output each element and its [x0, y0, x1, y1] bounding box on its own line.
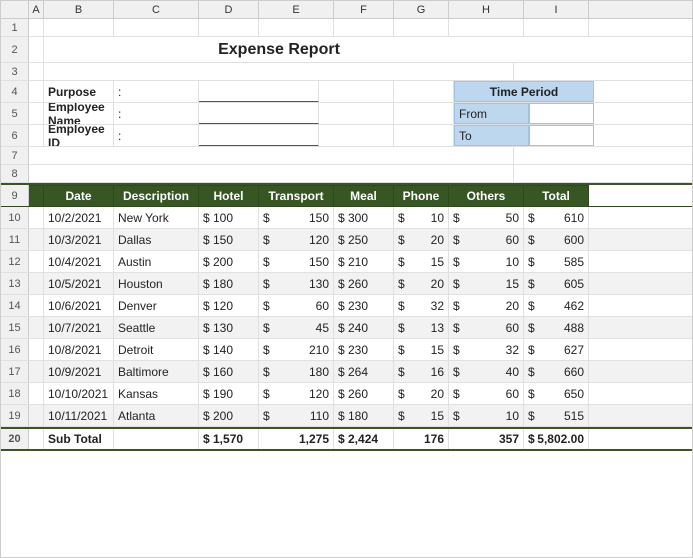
col-header-c: C [114, 1, 199, 18]
table-row: 16 10/8/2021 Detroit $ 140 $210 $ 230 $1… [1, 339, 692, 361]
phone-0: $10 [394, 207, 449, 228]
row-5: 5 Employee Name : From [1, 103, 692, 125]
col-header-a: A [29, 1, 44, 18]
hotel-1: $ 150 [199, 229, 259, 250]
row-1: 1 [1, 19, 692, 37]
header-phone: Phone [394, 185, 449, 206]
col-header-e: E [259, 1, 334, 18]
to-value[interactable] [529, 125, 594, 146]
others-0: $50 [449, 207, 524, 228]
row-4: 4 Purpose : Time Period [1, 81, 692, 103]
transport-0: $150 [259, 207, 334, 228]
row-3: 3 [1, 63, 692, 81]
header-hotel: Hotel [199, 185, 259, 206]
cell-1a [29, 19, 44, 36]
header-others: Others [449, 185, 524, 206]
cell-2a [29, 37, 44, 62]
from-label: From [454, 103, 529, 124]
col-header-i: I [524, 1, 589, 18]
table-row: 19 10/11/2021 Atlanta $ 200 $110 $ 180 $… [1, 405, 692, 427]
header-total: Total [524, 185, 589, 206]
row-8: 8 [1, 165, 692, 183]
cell-1d [199, 19, 259, 36]
table-row: 13 10/5/2021 Houston $ 180 $130 $ 260 $2… [1, 273, 692, 295]
subtotal-phone: 176 [394, 429, 449, 449]
header-meal: Meal [334, 185, 394, 206]
cell-1e [259, 19, 334, 36]
table-row: 11 10/3/2021 Dallas $ 150 $120 $ 250 $20… [1, 229, 692, 251]
table-row: 10 10/2/2021 New York $ 100 $150 $ 300 $… [1, 207, 692, 229]
subtotal-label: Sub Total [44, 429, 114, 449]
meal-0: $ 300 [334, 207, 394, 228]
corner-cell [1, 1, 29, 18]
subtotal-others: 357 [449, 429, 524, 449]
col-header-h: H [449, 1, 524, 18]
header-description: Description [114, 185, 199, 206]
col-header-b: B [44, 1, 114, 18]
col-header-row: A B C D E F G H I [1, 1, 692, 19]
employee-name-colon: : [114, 103, 199, 124]
employee-name-label: Employee Name [44, 103, 114, 124]
col-header-g: G [394, 1, 449, 18]
cell-1f [334, 19, 394, 36]
hotel-0: $ 100 [199, 207, 259, 228]
time-period-header: Time Period [454, 81, 594, 102]
header-date: Date [44, 185, 114, 206]
header-transport: Transport [259, 185, 334, 206]
col-header-d: D [199, 1, 259, 18]
col-header-f: F [334, 1, 394, 18]
table-row: 18 10/10/2021 Kansas $ 190 $120 $ 260 $2… [1, 383, 692, 405]
table-row: 15 10/7/2021 Seattle $ 130 $45 $ 240 $13… [1, 317, 692, 339]
subtotal-row: 20 Sub Total $ 1,570 1,275 $ 2,424 176 3… [1, 427, 692, 451]
employee-id-value[interactable] [199, 125, 319, 146]
cell-1i [524, 19, 589, 36]
phone-1: $20 [394, 229, 449, 250]
purpose-underline[interactable] [199, 81, 319, 102]
cell-1g [394, 19, 449, 36]
meal-1: $ 250 [334, 229, 394, 250]
total-0: $610 [524, 207, 589, 228]
subtotal-hotel: $ 1,570 [199, 429, 259, 449]
employee-name-value[interactable] [199, 103, 319, 124]
transport-1: $120 [259, 229, 334, 250]
subtotal-total: $5,802.00 [524, 429, 589, 449]
row-9-header: 9 Date Description Hotel Transport Meal … [1, 183, 692, 207]
cell-1h [449, 19, 524, 36]
subtotal-transport: 1,275 [259, 429, 334, 449]
purpose-label: Purpose [44, 81, 114, 102]
spreadsheet: A B C D E F G H I 1 2 Expense Report 3 4 [0, 0, 693, 558]
from-value[interactable] [529, 103, 594, 124]
cell-1c [114, 19, 199, 36]
row-2: 2 Expense Report [1, 37, 692, 63]
purpose-colon: : [114, 81, 199, 102]
table-row: 17 10/9/2021 Baltimore $ 160 $180 $ 264 … [1, 361, 692, 383]
desc-1: Dallas [114, 229, 199, 250]
employee-id-label: Employee ID [44, 125, 114, 146]
date-1: 10/3/2021 [44, 229, 114, 250]
table-row: 12 10/4/2021 Austin $ 200 $150 $ 210 $15… [1, 251, 692, 273]
employee-id-colon: : [114, 125, 199, 146]
table-row: 14 10/6/2021 Denver $ 120 $60 $ 230 $32 … [1, 295, 692, 317]
desc-0: New York [114, 207, 199, 228]
report-title: Expense Report [44, 37, 514, 62]
row-7: 7 [1, 147, 692, 165]
total-1: $600 [524, 229, 589, 250]
cell-1b [44, 19, 114, 36]
to-label: To [454, 125, 529, 146]
subtotal-meal: $ 2,424 [334, 429, 394, 449]
others-1: $60 [449, 229, 524, 250]
date-0: 10/2/2021 [44, 207, 114, 228]
row-6: 6 Employee ID : To [1, 125, 692, 147]
